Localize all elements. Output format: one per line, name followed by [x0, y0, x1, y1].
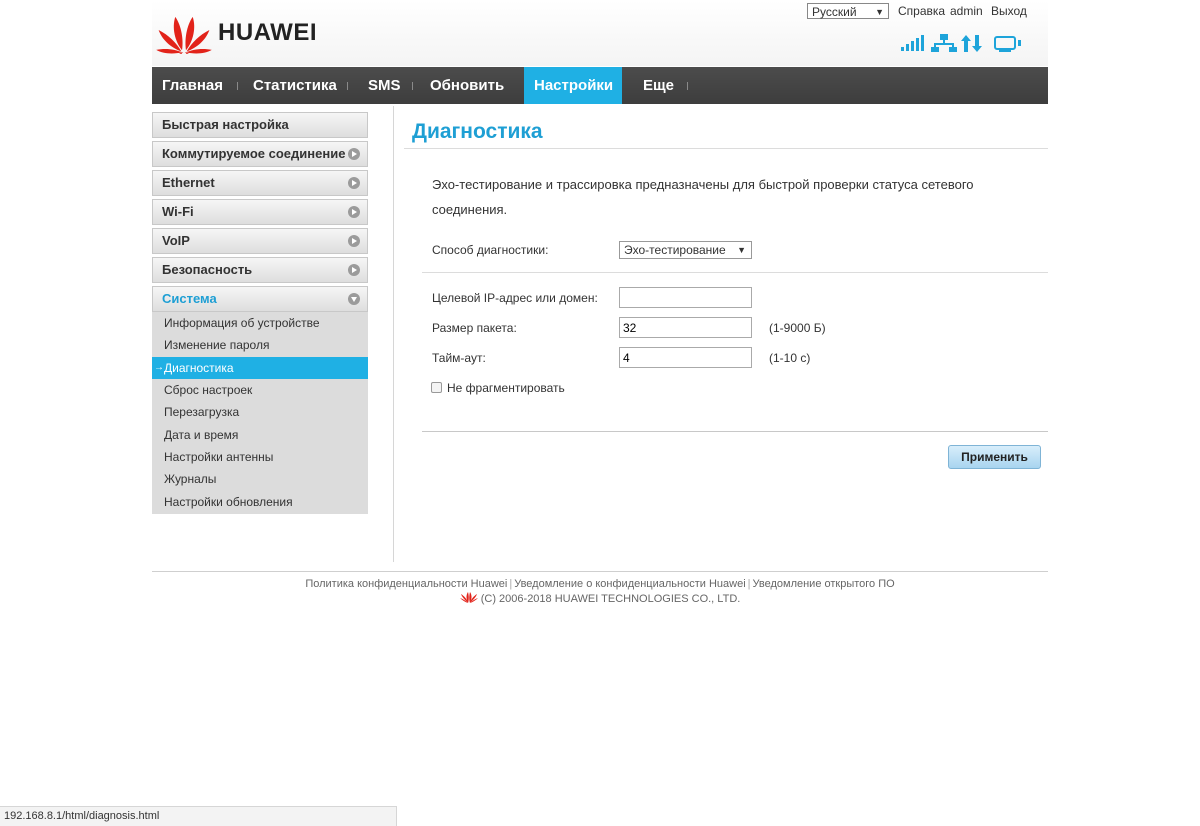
language-value: Русский: [812, 5, 857, 19]
submenu-device-info[interactable]: Информация об устройстве: [152, 312, 368, 334]
language-select[interactable]: Русский ▼: [807, 3, 889, 19]
nav-statistics[interactable]: Статистика: [243, 67, 347, 104]
sidebar-item-system[interactable]: Система: [152, 286, 368, 312]
submenu-date-time[interactable]: Дата и время: [152, 424, 368, 446]
main-navbar: Главная Статистика SMS Обновить Настройк…: [152, 67, 1048, 104]
actions-divider: [422, 431, 1048, 432]
chevron-right-icon: [348, 206, 360, 218]
submenu-logs[interactable]: Журналы: [152, 468, 368, 490]
submenu-diagnostics[interactable]: → Диагностика: [152, 357, 368, 379]
nav-separator: [412, 82, 413, 90]
sidebar-item-voip[interactable]: VoIP: [152, 228, 368, 254]
nav-home[interactable]: Главная: [152, 67, 233, 104]
copyright: (C) 2006-2018 HUAWEI TECHNOLOGIES CO., L…: [0, 592, 1200, 605]
copyright-text: (C) 2006-2018 HUAWEI TECHNOLOGIES CO., L…: [480, 593, 741, 605]
dropdown-arrow-icon: ▼: [737, 245, 746, 255]
user-link[interactable]: admin: [950, 4, 983, 18]
timeout-label: Тайм-аут:: [432, 351, 486, 365]
privacy-notice-link[interactable]: Уведомление о конфиденциальности Huawei: [514, 578, 745, 590]
status-icons: [900, 32, 1025, 54]
target-label: Целевой IP-адрес или домен:: [432, 291, 598, 305]
sidebar-item-label: VoIP: [162, 233, 190, 248]
title-divider: [404, 148, 1048, 149]
nav-sms[interactable]: SMS: [358, 67, 411, 104]
sidebar-item-ethernet[interactable]: Ethernet: [152, 170, 368, 196]
arrow-right-icon: →: [154, 362, 164, 373]
open-source-notice-link[interactable]: Уведомление открытого ПО: [753, 578, 895, 590]
sidebar-item-label: Быстрая настройка: [162, 117, 289, 132]
sidebar-item-label: Коммутируемое соединение: [162, 146, 346, 161]
dont-fragment-checkbox[interactable]: [431, 382, 442, 393]
dropdown-arrow-icon: ▼: [875, 7, 884, 17]
nav-more[interactable]: Еще: [633, 67, 684, 104]
target-address-input[interactable]: [619, 287, 752, 308]
packet-size-label: Размер пакета:: [432, 321, 517, 335]
nav-update[interactable]: Обновить: [420, 67, 514, 104]
vertical-divider: [393, 106, 394, 562]
chevron-right-icon: [348, 235, 360, 247]
huawei-flower-icon: [156, 16, 212, 54]
submenu-reboot[interactable]: Перезагрузка: [152, 401, 368, 423]
packet-size-input[interactable]: [619, 317, 752, 338]
sidebar-item-label: Ethernet: [162, 175, 215, 190]
privacy-policy-link[interactable]: Политика конфиденциальности Huawei: [305, 578, 507, 590]
help-link[interactable]: Справка: [898, 4, 945, 18]
page-title: Диагностика: [412, 120, 543, 143]
signal-strength-icon: [901, 35, 924, 51]
data-transfer-icon: [961, 35, 982, 52]
chevron-right-icon: [348, 148, 360, 160]
browser-status-bar: 192.168.8.1/html/diagnosis.html: [0, 806, 397, 826]
method-select[interactable]: Эхо-тестирование ▼: [619, 241, 752, 259]
nav-separator: [237, 82, 238, 90]
dont-fragment-label: Не фрагментировать: [447, 381, 565, 395]
timeout-hint: (1-10 с): [769, 351, 811, 365]
footer-separator: |: [747, 578, 751, 590]
form-divider: [422, 272, 1048, 273]
footer-links: Политика конфиденциальности Huawei | Уведо…: [0, 578, 1200, 590]
wifi-device-icon: [994, 36, 1021, 52]
method-label: Способ диагностики:: [432, 243, 549, 257]
submenu-factory-reset[interactable]: Сброс настроек: [152, 379, 368, 401]
logout-link[interactable]: Выход: [991, 4, 1027, 18]
packet-size-hint: (1-9000 Б): [769, 321, 826, 335]
huawei-small-logo-icon: [459, 592, 478, 603]
chevron-right-icon: [348, 177, 360, 189]
chevron-down-icon: [348, 293, 360, 305]
footer-divider: [152, 571, 1048, 572]
brand-name: HUAWEI: [218, 19, 317, 46]
sidebar-item-security[interactable]: Безопасность: [152, 257, 368, 283]
submenu-change-password[interactable]: Изменение пароля: [152, 334, 368, 356]
submenu-update-settings[interactable]: Настройки обновления: [152, 491, 368, 513]
huawei-logo[interactable]: HUAWEI: [156, 12, 326, 54]
submenu-antenna-settings[interactable]: Настройки антенны: [152, 446, 368, 468]
sidebar-item-dialup[interactable]: Коммутируемое соединение: [152, 141, 368, 167]
nav-separator: [347, 82, 348, 90]
sidebar-item-label: Wi-Fi: [162, 204, 194, 219]
nav-settings[interactable]: Настройки: [524, 67, 622, 104]
network-icon: [931, 34, 957, 52]
sidebar-item-quick-setup[interactable]: Быстрая настройка: [152, 112, 368, 138]
chevron-right-icon: [348, 264, 360, 276]
timeout-input[interactable]: [619, 347, 752, 368]
submenu-label: Диагностика: [164, 361, 234, 375]
apply-button[interactable]: Применить: [948, 445, 1041, 469]
nav-separator: [687, 82, 688, 90]
description-text: Эхо-тестирование и трассировка предназна…: [432, 177, 974, 217]
sidebar-item-label: Система: [162, 291, 217, 306]
sidebar-item-label: Безопасность: [162, 262, 253, 277]
method-value: Эхо-тестирование: [624, 243, 726, 257]
sidebar-item-wifi[interactable]: Wi-Fi: [152, 199, 368, 225]
